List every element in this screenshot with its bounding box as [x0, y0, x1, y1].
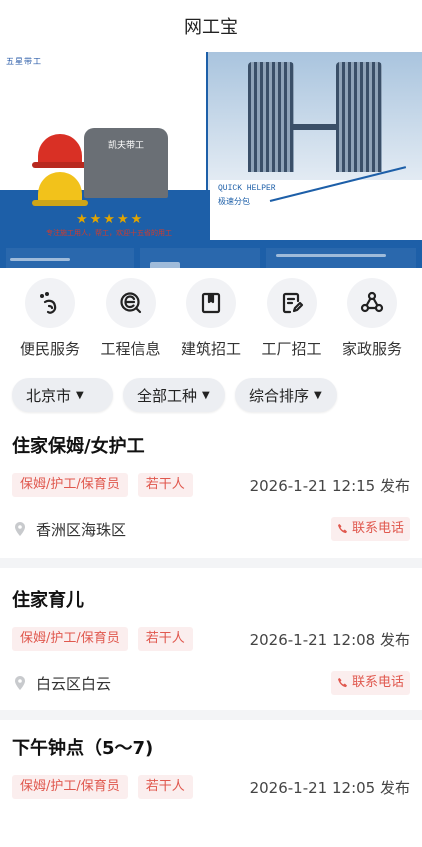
quick-helper-title: QUICK HELPER [218, 184, 276, 193]
category-project-info[interactable]: 工程信息 [91, 278, 171, 370]
job-location: 香洲区海珠区 [36, 520, 127, 539]
red-helmet-image [38, 134, 82, 168]
phone-icon [337, 678, 347, 688]
category-factory[interactable]: 工厂招工 [252, 278, 332, 370]
edit-document-icon [266, 278, 317, 328]
job-post-time: 2026-1-21 12:08 发布 [249, 630, 410, 649]
banner-logo-block [150, 262, 180, 268]
search-e-icon [105, 278, 156, 328]
contact-phone-button[interactable]: 联系电话 [330, 671, 410, 695]
footprint-icon [25, 278, 75, 328]
yellow-helmet-image [38, 172, 82, 206]
job-tags: 保姆/护工/保育员 若干人 2026-1-21 12:05 发布 [12, 774, 410, 800]
job-tags: 保姆/护工/保育员 若干人 2026-1-21 12:15 发布 [12, 472, 410, 498]
location-pin-icon [12, 675, 28, 691]
job-post-time: 2026-1-21 12:05 发布 [249, 778, 410, 797]
contact-phone-label: 联系电话 [351, 675, 404, 690]
quick-helper-subtitle: 极速分包 [218, 197, 250, 206]
city-filter[interactable]: 北京市 ▼ [12, 378, 113, 412]
job-category-tag: 保姆/护工/保育员 [12, 775, 128, 799]
card-separator [0, 558, 422, 568]
category-label: 工程信息 [100, 340, 161, 358]
category-convenience[interactable]: 便民服务 [10, 278, 90, 370]
banner-text-line [276, 254, 386, 257]
job-card[interactable]: 下午钟点（5～7) 保姆/护工/保育员 若干人 2026-1-21 12:05 … [0, 734, 422, 800]
banner-info-panel-3 [266, 248, 416, 268]
category-construction[interactable]: 建筑招工 [171, 278, 251, 370]
job-type-filter[interactable]: 全部工种 ▼ [123, 378, 225, 412]
banner-caption: 专注施工用人，帮工，欢迎十五省的用工 [46, 229, 172, 237]
filter-bar: 北京市 ▼ 全部工种 ▼ 综合排序 ▼ [0, 372, 422, 418]
location-pin-icon [12, 521, 28, 537]
job-type-filter-label: 全部工种 [137, 386, 198, 405]
job-location-row: 白云区白云 联系电话 [12, 670, 410, 696]
caret-down-icon: ▼ [314, 389, 322, 401]
caret-down-icon: ▼ [202, 389, 210, 401]
job-category-tag: 保姆/护工/保育员 [12, 627, 128, 651]
sort-filter-label: 综合排序 [249, 386, 310, 405]
banner-info-panel-2 [140, 248, 260, 268]
work-shirt-image: 凯夫带工 [84, 128, 168, 198]
category-label: 工厂招工 [261, 340, 322, 358]
rating-stars: ★★★★★ [76, 212, 145, 227]
card-separator [0, 710, 422, 720]
job-location-row: 香洲区海珠区 联系电话 [12, 516, 410, 542]
app-title: 网工宝 [184, 17, 238, 38]
job-tags: 保姆/护工/保育员 若干人 2026-1-21 12:08 发布 [12, 626, 410, 652]
sort-filter[interactable]: 综合排序 ▼ [235, 378, 337, 412]
phone-icon [337, 524, 347, 534]
caret-down-icon: ▼ [76, 389, 84, 401]
job-post-time: 2026-1-21 12:15 发布 [249, 476, 410, 495]
job-card[interactable]: 住家保姆/女护工 保姆/护工/保育员 若干人 2026-1-21 12:15 发… [0, 432, 422, 542]
job-headcount-tag: 若干人 [137, 775, 193, 799]
shirt-text: 凯夫带工 [107, 141, 144, 151]
tower-right [336, 62, 382, 172]
job-location: 白云区白云 [36, 674, 112, 693]
job-headcount-tag: 若干人 [137, 473, 193, 497]
banner-info-panel-1 [6, 248, 134, 268]
city-filter-label: 北京市 [26, 386, 72, 405]
job-title: 住家育儿 [12, 590, 84, 611]
share-network-icon [347, 278, 397, 328]
job-headcount-tag: 若干人 [137, 627, 193, 651]
job-card[interactable]: 住家育儿 保姆/护工/保育员 若干人 2026-1-21 12:08 发布 白云… [0, 586, 422, 696]
category-label: 建筑招工 [180, 340, 241, 358]
category-housekeeping[interactable]: 家政服务 [332, 278, 412, 370]
sky-bridge [292, 124, 338, 130]
banner-left-panel: 五星带工 凯夫带工 ★★★★★ 专注施工用人，帮工，欢迎十五省的用工 [0, 52, 206, 237]
category-label: 家政服务 [341, 340, 402, 358]
bookmark-icon [186, 278, 236, 328]
promo-banner[interactable]: 五星带工 凯夫带工 ★★★★★ 专注施工用人，帮工，欢迎十五省的用工 QUICK… [0, 52, 422, 268]
quick-helper-panel: QUICK HELPER 极速分包 [210, 166, 422, 240]
job-title: 住家保姆/女护工 [12, 436, 145, 457]
app-title-bar: 网工宝 [0, 0, 422, 52]
tower-left [248, 62, 294, 172]
job-category-tag: 保姆/护工/保育员 [12, 473, 128, 497]
category-label: 便民服务 [19, 340, 80, 358]
banner-text-line [10, 258, 70, 261]
category-grid: 便民服务 工程信息 建筑招工 工厂招工 家政服务 [0, 268, 422, 370]
job-title: 下午钟点（5～7) [12, 738, 154, 759]
banner-brand: 五星带工 [6, 57, 42, 66]
contact-phone-label: 联系电话 [351, 521, 404, 536]
contact-phone-button[interactable]: 联系电话 [330, 517, 410, 541]
